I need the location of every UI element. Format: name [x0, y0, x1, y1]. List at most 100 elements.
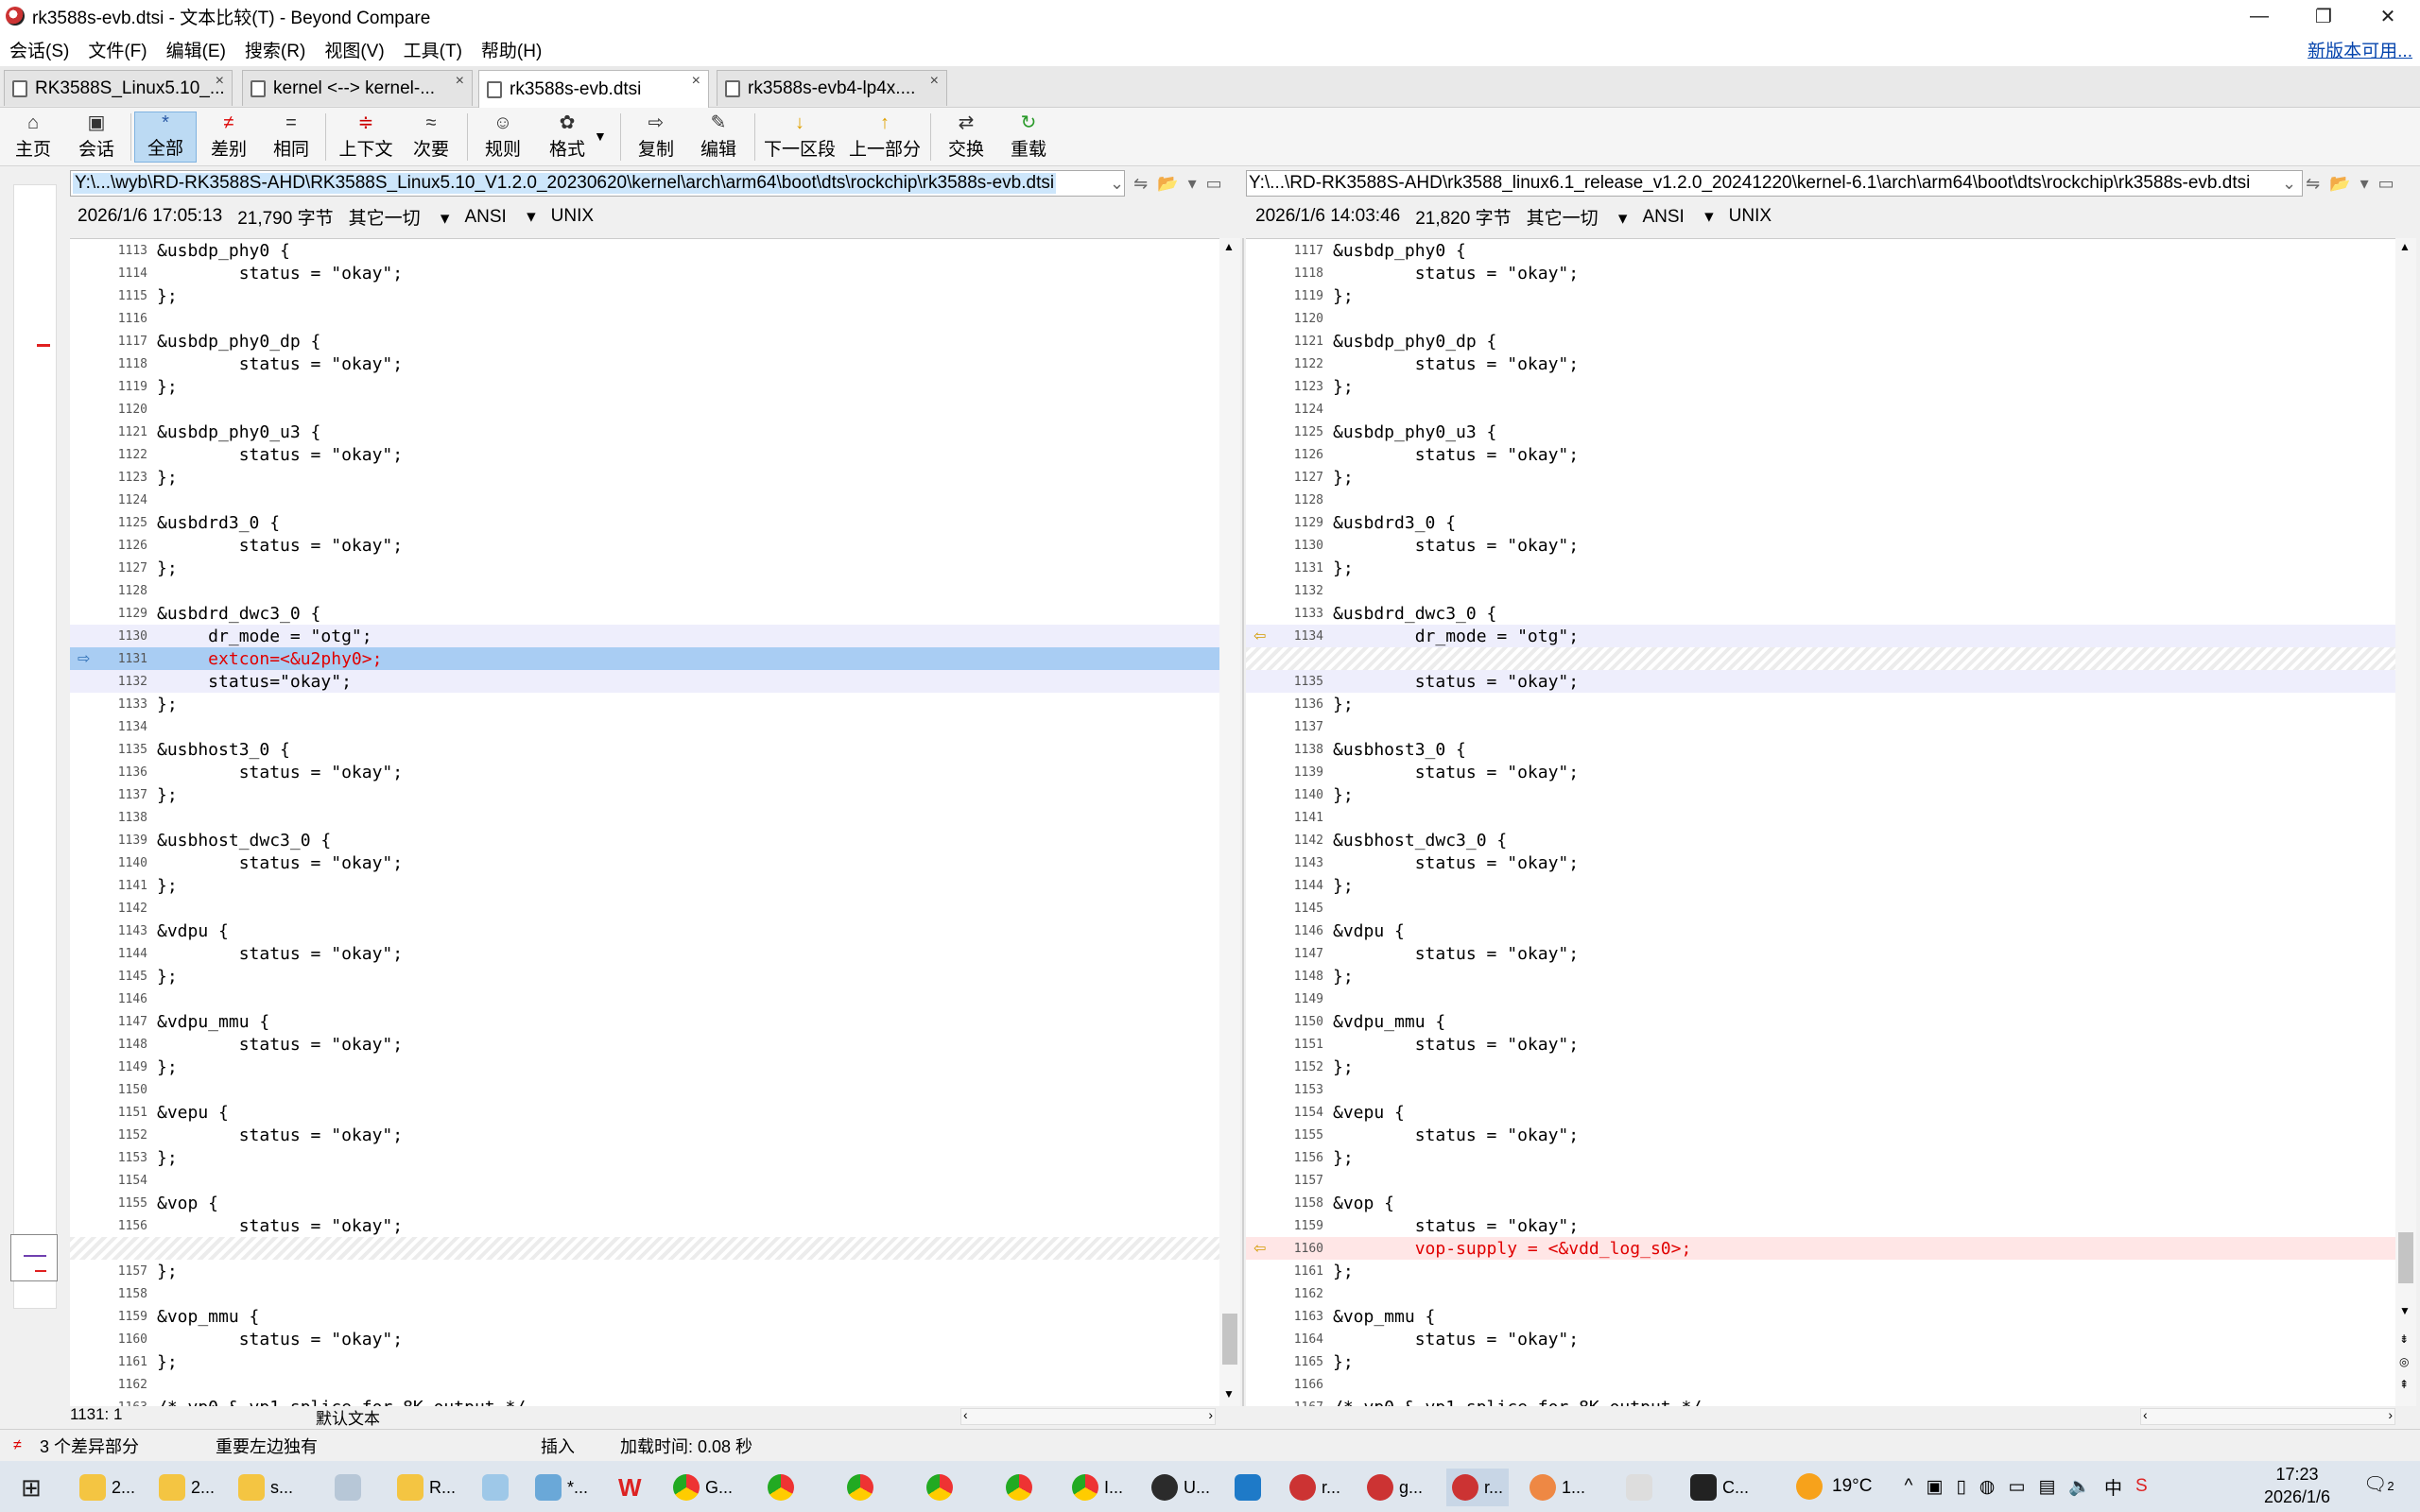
code-line[interactable]: 1115};: [70, 284, 1219, 307]
code-line[interactable]: 1123};: [1246, 375, 2395, 398]
input-method[interactable]: 中: [2104, 1474, 2122, 1500]
path-history-dropdown-icon[interactable]: ⌄: [2282, 174, 2296, 194]
code-line[interactable]: 1117 &usbdp_phy0_dp {: [70, 330, 1219, 352]
code-line[interactable]: 1139 status = "okay";: [1246, 761, 2395, 783]
taskbar-app[interactable]: 2...: [159, 1469, 215, 1506]
code-line[interactable]: 1121 &usbdp_phy0_u3 {: [70, 421, 1219, 443]
swap-button[interactable]: ⇄ 交换: [938, 112, 994, 163]
code-line[interactable]: 1145: [1246, 897, 2395, 919]
code-line[interactable]: 1162: [1246, 1282, 2395, 1305]
left-vertical-scrollbar[interactable]: ▲ ▼: [1219, 238, 1240, 1406]
diff-arrow-icon[interactable]: ⇦: [1253, 1239, 1266, 1258]
right-horizontal-scrollbar[interactable]: ‹ ›: [2140, 1407, 2395, 1425]
code-line[interactable]: 1155 &vop {: [70, 1192, 1219, 1214]
viewport-indicator[interactable]: [10, 1234, 58, 1281]
code-line[interactable]: 1143 &vdpu {: [70, 919, 1219, 942]
code-line[interactable]: 1131 extcon=<&u2phy0>; ⇨: [70, 647, 1219, 670]
code-line[interactable]: 1123};: [70, 466, 1219, 489]
code-line[interactable]: 1136 status = "okay";: [70, 761, 1219, 783]
taskbar-md5[interactable]: [1235, 1469, 1267, 1506]
scroll-down-icon[interactable]: ▼: [1223, 1387, 1235, 1400]
taskbar-app[interactable]: *...: [535, 1469, 588, 1506]
code-line[interactable]: 1132 status="okay";: [70, 670, 1219, 693]
scroll-thumb[interactable]: [1222, 1314, 1237, 1365]
menu-session[interactable]: 会话(S): [9, 37, 69, 62]
home-button[interactable]: ⌂ 主页: [9, 112, 57, 163]
code-line[interactable]: 1128: [70, 579, 1219, 602]
open-folder-icon[interactable]: 📂: [1157, 174, 1178, 194]
notification-icon[interactable]: 🗨2: [2363, 1472, 2394, 1496]
code-line[interactable]: 1155 status = "okay";: [1246, 1124, 2395, 1146]
show-same-button[interactable]: = 相同: [263, 112, 320, 163]
code-line[interactable]: 1160 vop-supply = <&vdd_log_s0>; ⇦: [1246, 1237, 2395, 1260]
code-line[interactable]: 1128: [1246, 489, 2395, 511]
code-line[interactable]: 1145};: [70, 965, 1219, 988]
clock[interactable]: 17:23 2026/1/6: [2250, 1463, 2344, 1508]
swap-sides-icon[interactable]: ⇋: [2306, 174, 2320, 194]
code-line[interactable]: 1121 &usbdp_phy0_dp {: [1246, 330, 2395, 352]
code-line[interactable]: 1154: [70, 1169, 1219, 1192]
folder-dropdown-icon[interactable]: ▾: [1188, 174, 1197, 194]
format-dropdown-icon[interactable]: ▼: [594, 129, 607, 144]
code-line[interactable]: 1134: [70, 715, 1219, 738]
code-line[interactable]: 1131};: [1246, 557, 2395, 579]
taskbar-chrome[interactable]: [768, 1469, 800, 1506]
open-folder-icon[interactable]: 📂: [2329, 174, 2350, 194]
code-line[interactable]: 1167/* vp0 & vp1 splice for 8K output */: [1246, 1396, 2395, 1407]
tab-close-icon[interactable]: ×: [692, 73, 700, 90]
taskbar-app[interactable]: r...: [1289, 1469, 1340, 1506]
tab-folder-compare-1[interactable]: RK3588S_Linux5.10_... ×: [4, 70, 233, 106]
rules-button[interactable]: ☺ 规则: [475, 112, 531, 163]
code-line[interactable]: 1149};: [70, 1056, 1219, 1078]
tab-close-icon[interactable]: ×: [456, 73, 464, 90]
code-line[interactable]: 1144};: [1246, 874, 2395, 897]
minor-button[interactable]: ≈ 次要: [403, 112, 459, 163]
taskbar-recycle[interactable]: [335, 1469, 367, 1506]
right-path-field[interactable]: Y:\...\RD-RK3588S-AHD\rk3588_linux6.1_re…: [1246, 170, 2303, 197]
code-line[interactable]: 1161};: [1246, 1260, 2395, 1282]
code-line[interactable]: 1138: [70, 806, 1219, 829]
code-line[interactable]: 1165};: [1246, 1350, 2395, 1373]
session-button[interactable]: ▣ 会话: [66, 112, 127, 163]
code-line[interactable]: 1158: [70, 1282, 1219, 1305]
code-line[interactable]: 1134 dr_mode = "otg"; ⇦: [1246, 625, 2395, 647]
code-line[interactable]: 1152 status = "okay";: [70, 1124, 1219, 1146]
code-line[interactable]: 1113 &usbdp_phy0 {: [70, 239, 1219, 262]
code-line[interactable]: 1117 &usbdp_phy0 {: [1246, 239, 2395, 262]
diff-arrow-icon[interactable]: ⇦: [1253, 627, 1266, 645]
code-line[interactable]: 1119};: [1246, 284, 2395, 307]
menu-search[interactable]: 搜索(R): [245, 37, 305, 62]
code-line[interactable]: 1149: [1246, 988, 2395, 1010]
show-all-button[interactable]: * 全部: [134, 112, 197, 163]
folder-dropdown-icon[interactable]: ▾: [2360, 174, 2369, 194]
scroll-right-icon[interactable]: ›: [1208, 1407, 1213, 1422]
scroll-right-icon[interactable]: ›: [2388, 1407, 2393, 1422]
taskbar-app-active[interactable]: r...: [1446, 1469, 1510, 1506]
code-line[interactable]: 1138 &usbhost3_0 {: [1246, 738, 2395, 761]
code-line[interactable]: 1137: [1246, 715, 2395, 738]
code-line[interactable]: 1120: [1246, 307, 2395, 330]
code-line[interactable]: 1147 &vdpu_mmu {: [70, 1010, 1219, 1033]
code-line[interactable]: 1146: [70, 988, 1219, 1010]
code-line[interactable]: 1122 status = "okay";: [70, 443, 1219, 466]
tab-close-icon[interactable]: ×: [216, 73, 224, 90]
code-line[interactable]: 1136};: [1246, 693, 2395, 715]
taskbar-app[interactable]: I...: [1072, 1469, 1123, 1506]
taskbar-paint[interactable]: [482, 1469, 514, 1506]
next-section-button[interactable]: ↓ 下一区段: [762, 112, 838, 163]
swap-sides-icon[interactable]: ⇋: [1133, 174, 1148, 194]
prev-diff-icon[interactable]: ⇞: [2399, 1378, 2409, 1391]
code-line[interactable]: 1142 &usbhost_dwc3_0 {: [1246, 829, 2395, 851]
code-line[interactable]: 1114 status = "okay";: [70, 262, 1219, 284]
code-line[interactable]: 1163/* vp0 & vp1 splice for 8K output */: [70, 1396, 1219, 1407]
reload-button[interactable]: ↻ 重载: [1000, 112, 1057, 163]
code-line[interactable]: 1143 status = "okay";: [1246, 851, 2395, 874]
code-line[interactable]: 1144 status = "okay";: [70, 942, 1219, 965]
taskbar-app[interactable]: R...: [397, 1469, 456, 1506]
code-line[interactable]: 1125 &usbdrd3_0 {: [70, 511, 1219, 534]
taskbar-app[interactable]: g...: [1367, 1469, 1423, 1506]
path-history-dropdown-icon[interactable]: ⌄: [1110, 174, 1124, 194]
code-line[interactable]: 1164 status = "okay";: [1246, 1328, 2395, 1350]
code-line[interactable]: 1116: [70, 307, 1219, 330]
taskbar-app[interactable]: U...: [1151, 1469, 1210, 1506]
